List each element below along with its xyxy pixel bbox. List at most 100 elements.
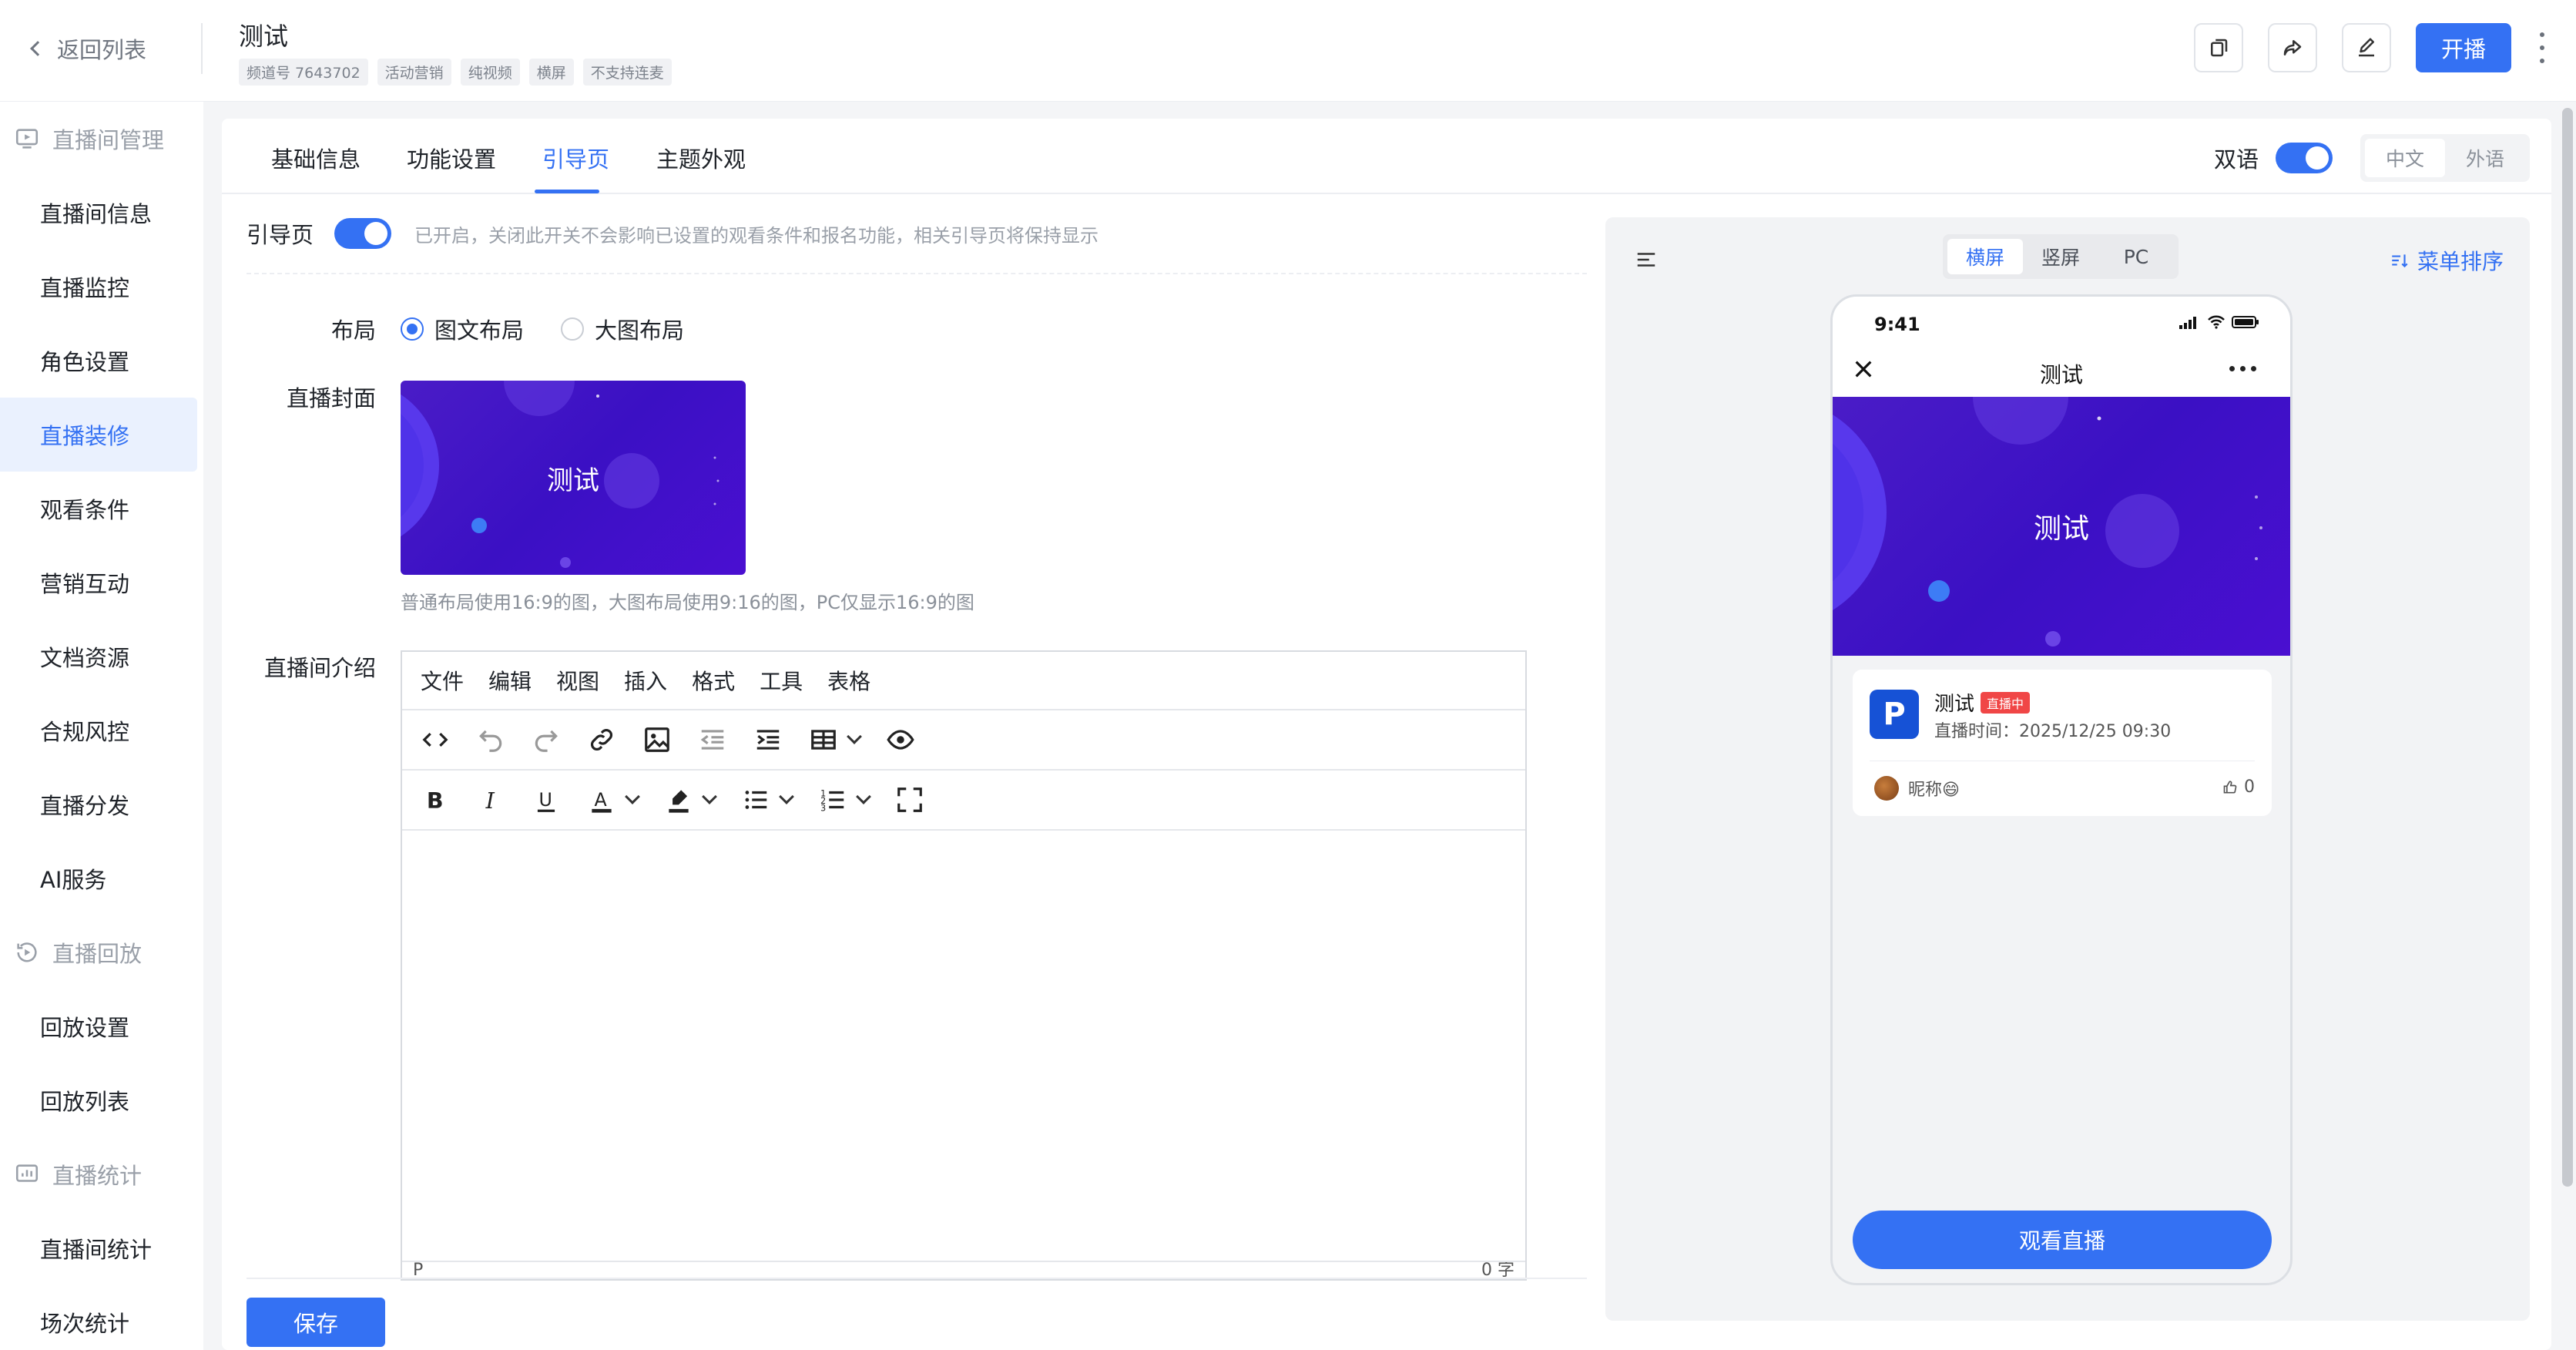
menu-edit[interactable]: 编辑 [488,665,532,696]
chevron-down-icon[interactable] [779,789,794,804]
back-to-list-button[interactable]: 返回列表 [28,32,146,65]
sidebar-group-replay[interactable]: 直播回放 [0,915,203,989]
lang-option-chinese[interactable]: 中文 [2365,139,2445,177]
menu-file[interactable]: 文件 [421,665,464,696]
rich-text-editor: 文件 编辑 视图 插入 格式 工具 表格 B I U A 1 2 3 P 0 字 [401,650,1527,1281]
tab-basic-info[interactable]: 基础信息 [271,142,361,174]
outdent-icon[interactable] [698,725,727,754]
sidebar-item-roles[interactable]: 角色设置 [0,324,203,398]
cover-image[interactable]: 测试 [401,381,746,575]
bullet-list-icon[interactable] [741,785,770,814]
menu-lines-icon[interactable] [1635,248,1658,271]
live-status-badge: 直播中 [1981,691,2031,714]
sidebar-group-label: 直播间管理 [52,127,165,153]
editor-statusbar: P 0 字 [402,1261,1525,1279]
sidebar-group-stats[interactable]: 直播统计 [0,1137,203,1211]
menu-tools[interactable]: 工具 [760,665,803,696]
chevron-down-icon[interactable] [625,789,640,804]
cover-image-text: 测试 [547,465,599,496]
sidebar-item-documents[interactable]: 文档资源 [0,620,203,693]
chevron-down-icon[interactable] [856,789,871,804]
like-counter[interactable]: 0 [2222,777,2255,797]
underline-icon[interactable]: U [532,785,561,814]
tab-guide-page[interactable]: 引导页 [542,142,609,174]
tag-type: 纯视频 [460,59,520,86]
image-icon[interactable] [642,725,672,754]
more-horizontal-icon[interactable] [2229,366,2256,371]
sidebar-item-distribution[interactable]: 直播分发 [0,767,203,841]
copy-icon [2211,39,2228,57]
sidebar-item-watch-conditions[interactable]: 观看条件 [0,472,203,546]
menu-insert[interactable]: 插入 [624,665,667,696]
preview-mode-portrait[interactable]: 竖屏 [2023,239,2098,274]
menu-sort-label: 菜单排序 [2417,249,2504,274]
radio-unchecked-icon [561,317,585,341]
watch-live-button[interactable]: 观看直播 [1853,1211,2272,1269]
main-panel: 基础信息 功能设置 引导页 主题外观 双语 中文 外语 引导页 已开启，关闭此开… [222,119,2551,1350]
undo-icon[interactable] [476,725,505,754]
fullscreen-icon[interactable] [895,785,924,814]
bold-icon[interactable]: B [421,785,450,814]
source-code-icon[interactable] [421,725,450,754]
menu-view[interactable]: 视图 [556,665,599,696]
layout-option-graphic[interactable]: 图文布局 [401,313,524,345]
sidebar-item-replay-settings[interactable]: 回放设置 [0,989,203,1063]
svg-text:A: A [595,789,608,811]
share-button[interactable] [2268,23,2317,72]
tab-theme[interactable]: 主题外观 [656,142,746,174]
preview-mode-pc[interactable]: PC [2098,239,2174,274]
svg-text:3: 3 [820,803,826,813]
editor-menubar: 文件 编辑 视图 插入 格式 工具 表格 [402,652,1525,710]
language-switch: 中文 外语 [2360,134,2530,182]
menu-format[interactable]: 格式 [692,665,735,696]
cover-label: 直播封面 [286,385,376,411]
host-info: 昵称😄 [1874,776,1960,801]
link-icon[interactable] [587,725,616,754]
lang-option-foreign[interactable]: 外语 [2445,139,2525,177]
footer-divider [247,1278,1587,1279]
preview-eye-icon[interactable] [886,725,915,754]
live-title-row: 测试 直播中 [1934,688,2031,717]
page-scrollbar[interactable] [2562,108,2573,1187]
start-live-button[interactable]: 开播 [2416,23,2511,72]
pencil-icon [2359,38,2374,57]
chevron-down-icon[interactable] [847,729,862,744]
svg-text:I: I [485,788,495,814]
chevron-down-icon[interactable] [702,789,717,804]
sidebar-item-replay-list[interactable]: 回放列表 [0,1063,203,1137]
redo-icon[interactable] [532,725,561,754]
tag-scene: 活动营销 [377,59,451,86]
numbered-list-icon[interactable]: 123 [818,785,847,814]
sidebar-item-session-stats[interactable]: 场次统计 [0,1285,203,1350]
table-icon[interactable] [809,725,838,754]
more-menu-icon[interactable] [2536,32,2548,63]
sidebar-item-room-stats[interactable]: 直播间统计 [0,1211,203,1285]
copy-button[interactable] [2194,23,2243,72]
sidebar-item-decoration[interactable]: 直播装修 [0,398,197,472]
phone-nav-title: 测试 [2039,362,2083,388]
italic-icon[interactable]: I [476,785,505,814]
preview-panel: 横屏 竖屏 PC 菜单排序 9:41 测试 测试 P 测试 直播中 直播时间：2… [1605,217,2530,1321]
menu-sort-button[interactable]: 菜单排序 [2390,245,2504,276]
indent-icon[interactable] [753,725,783,754]
edit-button[interactable] [2342,23,2391,72]
sidebar-item-monitor[interactable]: 直播监控 [0,250,203,324]
save-button[interactable]: 保存 [247,1298,385,1347]
sidebar-item-marketing[interactable]: 营销互动 [0,546,203,620]
highlight-icon[interactable] [664,785,693,814]
sidebar-group-live-management[interactable]: 直播间管理 [0,102,203,176]
phone-nav-bar: 测试 [1833,343,2290,397]
bilingual-toggle[interactable] [2276,143,2333,173]
layout-option-large-image[interactable]: 大图布局 [561,313,684,345]
radio-checked-icon [401,317,424,341]
menu-table[interactable]: 表格 [827,665,870,696]
tab-features[interactable]: 功能设置 [407,142,496,174]
sidebar-item-compliance[interactable]: 合规风控 [0,693,203,767]
text-color-icon[interactable]: A [587,785,616,814]
share-icon [2283,40,2302,55]
preview-mode-landscape[interactable]: 横屏 [1947,239,2023,274]
like-count: 0 [2244,777,2255,797]
sidebar-item-ai-service[interactable]: AI服务 [0,841,203,915]
sidebar-item-room-info[interactable]: 直播间信息 [0,176,203,250]
guide-page-toggle[interactable] [334,218,391,249]
